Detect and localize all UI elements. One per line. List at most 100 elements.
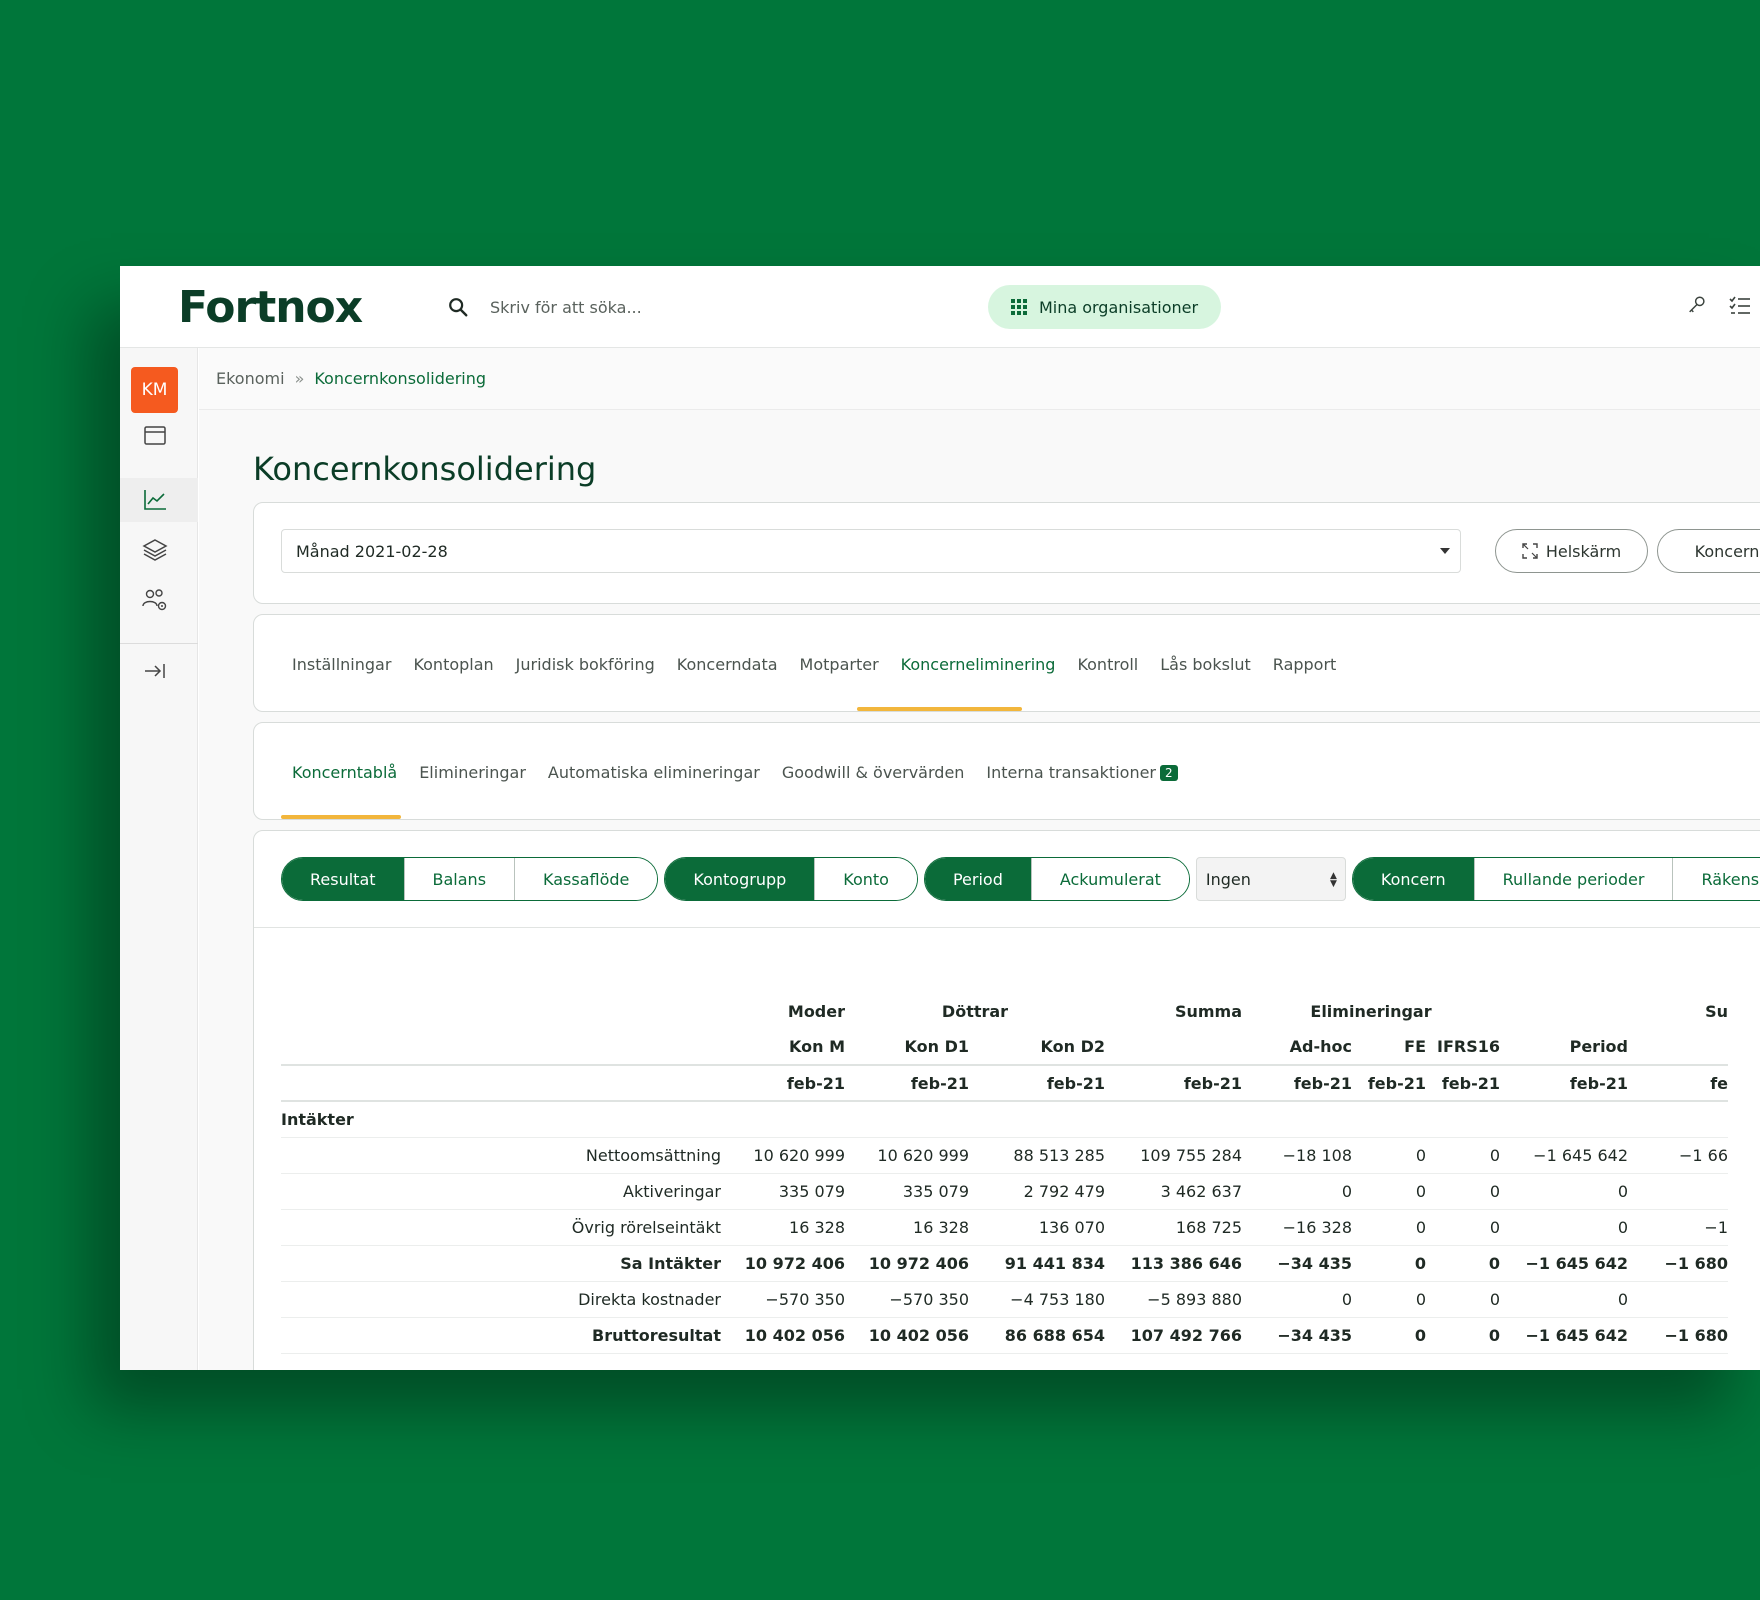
period-header: feb-21 xyxy=(1105,1065,1242,1102)
period-header-row: feb-21 feb-21 feb-21 feb-21 feb-21 feb-2… xyxy=(281,1065,1728,1102)
row-value: 0 xyxy=(1426,1317,1500,1354)
search-input[interactable] xyxy=(490,292,890,322)
koncern-button[interactable]: Koncern xyxy=(1657,529,1760,573)
chart-icon[interactable] xyxy=(141,486,169,514)
toggle-ackumulerat[interactable]: Ackumulerat xyxy=(1030,858,1189,900)
row-value: −16 328 xyxy=(1242,1209,1352,1246)
calendar-icon[interactable] xyxy=(141,421,169,449)
toggle-kassaflode[interactable]: Kassaflöde xyxy=(514,858,658,900)
toggle-rakenskapsar[interactable]: Räkenskapsår xyxy=(1672,858,1760,900)
compare-select-value: Ingen xyxy=(1205,869,1251,889)
col-header: Ad-hoc xyxy=(1242,1029,1352,1066)
row-value: 2 792 479 xyxy=(969,1173,1105,1210)
header-dottrar: Döttrar xyxy=(941,1001,1009,1021)
period-select[interactable]: Månad 2021-02-28 xyxy=(281,529,1461,573)
subtab-interna-transaktioner[interactable]: Interna transaktioner 2 xyxy=(986,763,1178,782)
row-value: 0 xyxy=(1426,1281,1500,1318)
row-label: Direkta kostnader xyxy=(281,1281,721,1318)
toggle-kontogrupp[interactable]: Kontogrupp xyxy=(665,858,815,900)
tab-las-bokslut[interactable]: Lås bokslut xyxy=(1160,655,1251,674)
koncern-label: Koncern xyxy=(1694,541,1760,561)
tab-rapport[interactable]: Rapport xyxy=(1273,655,1337,674)
row-value: 0 xyxy=(1500,1281,1628,1318)
page-title: Koncernkonsolidering xyxy=(253,450,597,488)
row-value: 88 513 285 xyxy=(969,1137,1105,1174)
breadcrumb-parent[interactable]: Ekonomi xyxy=(216,369,285,388)
breadcrumb: Ekonomi » Koncernkonsolidering xyxy=(199,348,1760,410)
avatar[interactable]: KM xyxy=(131,367,178,413)
tab-juridisk-bokforing[interactable]: Juridisk bokföring xyxy=(516,655,655,674)
app-window: Fortnox Mina organisationer KM xyxy=(120,266,1760,1370)
compare-select[interactable]: Ingen ▲ ▼ xyxy=(1195,857,1346,901)
active-tab-underline xyxy=(857,707,1022,711)
subtab-elimineringar[interactable]: Elimineringar xyxy=(419,763,526,782)
tab-koncerneliminering[interactable]: Koncerneliminering xyxy=(901,655,1056,674)
row-value: −1 680 xyxy=(1628,1317,1728,1354)
header-moder: Moder xyxy=(787,1001,845,1021)
tab-installningar[interactable]: Inställningar xyxy=(292,655,391,674)
row-value: −570 350 xyxy=(845,1281,969,1318)
table-row[interactable]: Aktiveringar 335 079 335 079 2 792 479 3 462… xyxy=(281,1173,1728,1210)
subtab-koncerntabla[interactable]: Koncerntablå xyxy=(292,763,397,782)
row-value: 168 725 xyxy=(1105,1209,1242,1246)
row-value: 0 xyxy=(1426,1137,1500,1174)
toggle-period[interactable]: Period xyxy=(924,858,1031,900)
period-header: feb-21 xyxy=(1500,1065,1628,1102)
row-label: Nettoomsättning xyxy=(281,1137,721,1174)
table-row[interactable]: Direkta kostnader −570 350 −570 350 −4 753 … xyxy=(281,1281,1728,1318)
row-value xyxy=(1628,1281,1728,1318)
table-row[interactable]: Bruttoresultat 10 402 056 10 402 056 86 688… xyxy=(281,1317,1728,1354)
fullscreen-button[interactable]: Helskärm xyxy=(1495,529,1648,573)
row-value: 10 972 406 xyxy=(845,1245,969,1282)
tab-motparter[interactable]: Motparter xyxy=(800,655,879,674)
sidebar-divider xyxy=(120,643,198,644)
toggle-balans[interactable]: Balans xyxy=(403,858,515,900)
row-label: Bruttoresultat xyxy=(281,1317,721,1354)
period-card: Månad 2021-02-28 Helskärm Koncern xyxy=(253,502,1760,604)
tab-kontroll[interactable]: Kontroll xyxy=(1077,655,1138,674)
fortnox-logo[interactable]: Fortnox xyxy=(178,282,363,333)
subtab-automatiska-elimineringar[interactable]: Automatiska elimineringar xyxy=(548,763,760,782)
toggle-rullande-perioder[interactable]: Rullande perioder xyxy=(1473,858,1673,900)
subtab-goodwill[interactable]: Goodwill & övervärden xyxy=(782,763,965,782)
row-value: −5 893 880 xyxy=(1105,1281,1242,1318)
tab-kontoplan[interactable]: Kontoplan xyxy=(413,655,493,674)
sub-header-row: Kon M Kon D1 Kon D2 Ad-hoc FE IFRS16 Per… xyxy=(281,1029,1728,1066)
table-row[interactable]: Sa Intäkter 10 972 406 10 972 406 91 441 83… xyxy=(281,1245,1728,1282)
search-icon[interactable] xyxy=(447,296,469,318)
toggle-koncern[interactable]: Koncern xyxy=(1352,858,1474,900)
row-value: 0 xyxy=(1352,1245,1426,1282)
row-label: Övrig rörelseintäkt xyxy=(281,1209,721,1246)
table-row[interactable]: Övrig rörelseintäkt 16 328 16 328 136 070 16… xyxy=(281,1209,1728,1246)
col-header xyxy=(1628,1029,1728,1066)
active-subtab-underline xyxy=(281,815,401,819)
col-header: IFRS16 xyxy=(1426,1029,1500,1066)
period-header: feb-21 xyxy=(721,1065,845,1102)
breadcrumb-separator: » xyxy=(294,369,305,388)
row-value: 91 441 834 xyxy=(969,1245,1105,1282)
sub-tabs: Koncerntablå Elimineringar Automatiska e… xyxy=(292,723,1178,821)
task-list-icon[interactable] xyxy=(1728,294,1752,318)
row-value: 113 386 646 xyxy=(1105,1245,1242,1282)
header-elimineringar: Elimineringar xyxy=(1310,1001,1432,1021)
sidebar: KM xyxy=(120,348,198,1370)
header-su: Su xyxy=(1705,1001,1728,1021)
table-row[interactable]: Nettoomsättning 10 620 999 10 620 999 88 51… xyxy=(281,1137,1728,1174)
header-summa: Summa xyxy=(1174,1001,1242,1021)
layers-icon[interactable] xyxy=(141,536,169,564)
toggle-resultat[interactable]: Resultat xyxy=(282,858,404,900)
row-value: 10 620 999 xyxy=(721,1137,845,1174)
row-value: 10 402 056 xyxy=(721,1317,845,1354)
row-value: 0 xyxy=(1242,1173,1352,1210)
key-icon[interactable] xyxy=(1686,294,1708,316)
collapse-arrow-icon[interactable] xyxy=(141,657,169,685)
period-header: fe xyxy=(1628,1065,1728,1102)
my-organizations-button[interactable]: Mina organisationer xyxy=(988,285,1221,329)
row-value: 109 755 284 xyxy=(1105,1137,1242,1174)
row-value: −4 753 180 xyxy=(969,1281,1105,1318)
report-toggles: Resultat Balans Kassaflöde Kontogrupp Ko… xyxy=(281,857,1760,901)
tab-koncerndata[interactable]: Koncerndata xyxy=(677,655,778,674)
users-settings-icon[interactable] xyxy=(141,586,169,614)
count-badge: 2 xyxy=(1160,764,1178,781)
toggle-konto[interactable]: Konto xyxy=(814,858,917,900)
